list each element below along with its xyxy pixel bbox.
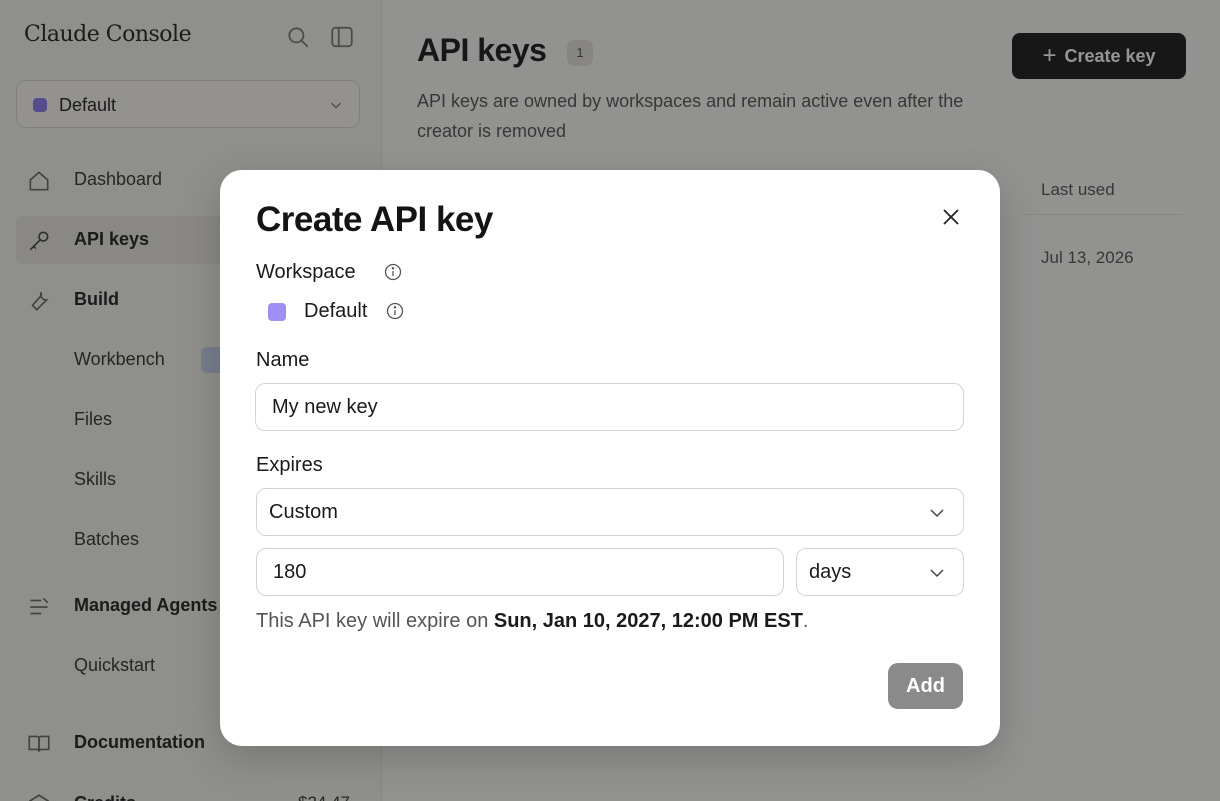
create-api-key-dialog: Create API key Workspace Default Name Ex… [220,170,1000,746]
chevron-down-icon [930,509,944,518]
expiry-note-prefix: This API key will expire on [256,610,494,632]
workspace-name: Default [304,300,368,322]
add-button[interactable]: Add [888,663,963,709]
key-name-input[interactable] [255,383,964,431]
expires-label: Expires [256,454,323,476]
close-button[interactable] [936,202,966,232]
duration-unit-value: days [809,561,852,583]
expiry-date: Sun, Jan 10, 2027, 12:00 PM EST [493,610,803,632]
expiry-note-suffix: . [802,610,809,632]
name-label: Name [256,349,310,371]
info-icon[interactable] [386,302,404,320]
expires-select-value: Custom [269,501,338,523]
duration-input[interactable] [256,548,784,596]
info-icon[interactable] [384,263,402,281]
duration-unit-select[interactable]: days [796,548,964,596]
dialog-title: Create API key [256,200,493,239]
expiry-note: This API key will expire on Sun, Jan 10,… [256,610,808,633]
workspace-label: Workspace [256,261,356,283]
expires-select[interactable]: Custom [256,488,964,536]
chevron-down-icon [930,569,944,578]
close-icon [943,209,959,225]
workspace-color-chip [268,303,286,321]
